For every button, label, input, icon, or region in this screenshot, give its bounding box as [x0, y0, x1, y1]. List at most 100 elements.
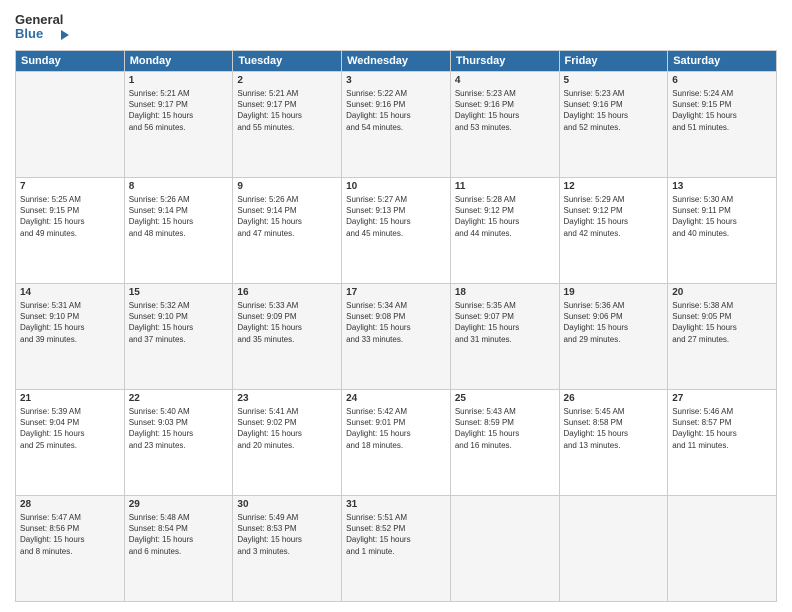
day-number: 16: [237, 287, 337, 298]
day-number: 26: [564, 393, 664, 404]
day-cell: [450, 496, 559, 602]
day-cell: 22 Sunrise: 5:40 AM Sunset: 9:03 PM Dayli…: [124, 390, 233, 496]
weekday-header-tuesday: Tuesday: [233, 51, 342, 72]
calendar: SundayMondayTuesdayWednesdayThursdayFrid…: [15, 50, 777, 602]
day-number: 30: [237, 499, 337, 510]
day-info: Sunrise: 5:39 AM Sunset: 9:04 PM Dayligh…: [20, 406, 120, 451]
week-row-5: 28 Sunrise: 5:47 AM Sunset: 8:56 PM Dayli…: [16, 496, 777, 602]
day-info: Sunrise: 5:35 AM Sunset: 9:07 PM Dayligh…: [455, 300, 555, 345]
weekday-header-thursday: Thursday: [450, 51, 559, 72]
day-cell: 25Sunrise: 5:43 AM Sunset: 8:59 PM Dayli…: [450, 390, 559, 496]
day-cell: [668, 496, 777, 602]
day-info: Sunrise: 5:21 AM Sunset: 9:17 PM Dayligh…: [237, 88, 337, 133]
day-cell: 18 Sunrise: 5:35 AM Sunset: 9:07 PM Dayli…: [450, 284, 559, 390]
day-info: Sunrise: 5:36 AM Sunset: 9:06 PM Dayligh…: [564, 300, 664, 345]
day-cell: 30Sunrise: 5:49 AM Sunset: 8:53 PM Dayli…: [233, 496, 342, 602]
day-cell: 12 Sunrise: 5:29 AM Sunset: 9:12 PM Dayli…: [559, 178, 668, 284]
logo-svg: GeneralBlue: [15, 10, 75, 42]
day-number: 18: [455, 287, 555, 298]
day-cell: 8 Sunrise: 5:26 AM Sunset: 9:14 PM Daylig…: [124, 178, 233, 284]
day-cell: 6Sunrise: 5:24 AM Sunset: 9:15 PM Daylig…: [668, 72, 777, 178]
day-cell: 11 Sunrise: 5:28 AM Sunset: 9:12 PM Dayli…: [450, 178, 559, 284]
day-info: Sunrise: 5:42 AM Sunset: 9:01 PM Dayligh…: [346, 406, 446, 451]
day-number: 28: [20, 499, 120, 510]
day-cell: 5 Sunrise: 5:23 AM Sunset: 9:16 PM Daylig…: [559, 72, 668, 178]
day-cell: 26 Sunrise: 5:45 AM Sunset: 8:58 PM Dayli…: [559, 390, 668, 496]
weekday-header-friday: Friday: [559, 51, 668, 72]
day-info: Sunrise: 5:26 AM Sunset: 9:14 PM Dayligh…: [129, 194, 229, 239]
day-info: Sunrise: 5:48 AM Sunset: 8:54 PM Dayligh…: [129, 512, 229, 557]
day-info: Sunrise: 5:28 AM Sunset: 9:12 PM Dayligh…: [455, 194, 555, 239]
day-cell: 14 Sunrise: 5:31 AM Sunset: 9:10 PM Dayli…: [16, 284, 125, 390]
day-cell: 23 Sunrise: 5:41 AM Sunset: 9:02 PM Dayli…: [233, 390, 342, 496]
day-cell: 1 Sunrise: 5:21 AM Sunset: 9:17 PM Daylig…: [124, 72, 233, 178]
day-cell: [16, 72, 125, 178]
day-info: Sunrise: 5:30 AM Sunset: 9:11 PM Dayligh…: [672, 194, 772, 239]
header: GeneralBlue: [15, 10, 777, 42]
day-number: 24: [346, 393, 446, 404]
day-info: Sunrise: 5:47 AM Sunset: 8:56 PM Dayligh…: [20, 512, 120, 557]
day-cell: 4Sunrise: 5:23 AM Sunset: 9:16 PM Daylig…: [450, 72, 559, 178]
day-info: Sunrise: 5:51 AM Sunset: 8:52 PM Dayligh…: [346, 512, 446, 557]
day-info: Sunrise: 5:32 AM Sunset: 9:10 PM Dayligh…: [129, 300, 229, 345]
day-info: Sunrise: 5:26 AM Sunset: 9:14 PM Dayligh…: [237, 194, 337, 239]
weekday-header-monday: Monday: [124, 51, 233, 72]
day-info: Sunrise: 5:27 AM Sunset: 9:13 PM Dayligh…: [346, 194, 446, 239]
day-number: 31: [346, 499, 446, 510]
day-cell: 10 Sunrise: 5:27 AM Sunset: 9:13 PM Dayli…: [342, 178, 451, 284]
day-cell: 20Sunrise: 5:38 AM Sunset: 9:05 PM Dayli…: [668, 284, 777, 390]
day-info: Sunrise: 5:34 AM Sunset: 9:08 PM Dayligh…: [346, 300, 446, 345]
day-number: 23: [237, 393, 337, 404]
day-info: Sunrise: 5:29 AM Sunset: 9:12 PM Dayligh…: [564, 194, 664, 239]
day-info: Sunrise: 5:23 AM Sunset: 9:16 PM Dayligh…: [564, 88, 664, 133]
day-info: Sunrise: 5:25 AM Sunset: 9:15 PM Dayligh…: [20, 194, 120, 239]
day-number: 13: [672, 181, 772, 192]
weekday-header-wednesday: Wednesday: [342, 51, 451, 72]
day-cell: 3 Sunrise: 5:22 AM Sunset: 9:16 PM Daylig…: [342, 72, 451, 178]
day-number: 8: [129, 181, 229, 192]
svg-text:General: General: [15, 12, 63, 27]
day-number: 11: [455, 181, 555, 192]
day-number: 10: [346, 181, 446, 192]
day-cell: 9Sunrise: 5:26 AM Sunset: 9:14 PM Daylig…: [233, 178, 342, 284]
page: GeneralBlue SundayMondayTuesdayWednesday…: [0, 0, 792, 612]
day-info: Sunrise: 5:40 AM Sunset: 9:03 PM Dayligh…: [129, 406, 229, 451]
day-info: Sunrise: 5:31 AM Sunset: 9:10 PM Dayligh…: [20, 300, 120, 345]
day-cell: 13 Sunrise: 5:30 AM Sunset: 9:11 PM Dayli…: [668, 178, 777, 284]
day-info: Sunrise: 5:24 AM Sunset: 9:15 PM Dayligh…: [672, 88, 772, 133]
day-number: 25: [455, 393, 555, 404]
day-info: Sunrise: 5:22 AM Sunset: 9:16 PM Dayligh…: [346, 88, 446, 133]
day-number: 21: [20, 393, 120, 404]
day-info: Sunrise: 5:41 AM Sunset: 9:02 PM Dayligh…: [237, 406, 337, 451]
day-number: 2: [237, 75, 337, 86]
day-cell: 24 Sunrise: 5:42 AM Sunset: 9:01 PM Dayli…: [342, 390, 451, 496]
day-cell: 29Sunrise: 5:48 AM Sunset: 8:54 PM Dayli…: [124, 496, 233, 602]
weekday-header-row: SundayMondayTuesdayWednesdayThursdayFrid…: [16, 51, 777, 72]
day-info: Sunrise: 5:46 AM Sunset: 8:57 PM Dayligh…: [672, 406, 772, 451]
day-cell: 2 Sunrise: 5:21 AM Sunset: 9:17 PM Daylig…: [233, 72, 342, 178]
day-number: 12: [564, 181, 664, 192]
logo: GeneralBlue: [15, 10, 75, 42]
day-cell: 15Sunrise: 5:32 AM Sunset: 9:10 PM Dayli…: [124, 284, 233, 390]
day-number: 14: [20, 287, 120, 298]
day-number: 3: [346, 75, 446, 86]
day-number: 17: [346, 287, 446, 298]
day-info: Sunrise: 5:45 AM Sunset: 8:58 PM Dayligh…: [564, 406, 664, 451]
day-cell: 17 Sunrise: 5:34 AM Sunset: 9:08 PM Dayli…: [342, 284, 451, 390]
day-number: 27: [672, 393, 772, 404]
day-number: 5: [564, 75, 664, 86]
weekday-header-sunday: Sunday: [16, 51, 125, 72]
svg-text:Blue: Blue: [15, 26, 43, 41]
day-cell: [559, 496, 668, 602]
day-info: Sunrise: 5:23 AM Sunset: 9:16 PM Dayligh…: [455, 88, 555, 133]
day-info: Sunrise: 5:21 AM Sunset: 9:17 PM Dayligh…: [129, 88, 229, 133]
day-number: 1: [129, 75, 229, 86]
day-cell: 7Sunrise: 5:25 AM Sunset: 9:15 PM Daylig…: [16, 178, 125, 284]
day-cell: 27 Sunrise: 5:46 AM Sunset: 8:57 PM Dayli…: [668, 390, 777, 496]
weekday-header-saturday: Saturday: [668, 51, 777, 72]
week-row-2: 7Sunrise: 5:25 AM Sunset: 9:15 PM Daylig…: [16, 178, 777, 284]
day-info: Sunrise: 5:38 AM Sunset: 9:05 PM Dayligh…: [672, 300, 772, 345]
day-cell: 16Sunrise: 5:33 AM Sunset: 9:09 PM Dayli…: [233, 284, 342, 390]
day-number: 22: [129, 393, 229, 404]
week-row-3: 14 Sunrise: 5:31 AM Sunset: 9:10 PM Dayli…: [16, 284, 777, 390]
